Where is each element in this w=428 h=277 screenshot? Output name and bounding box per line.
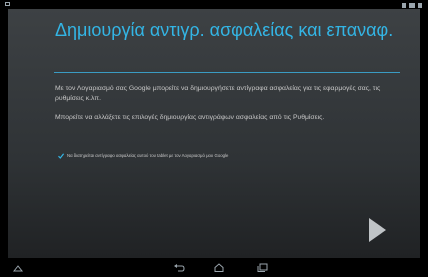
checkmark-icon [58,153,64,159]
wifi-icon [409,2,415,8]
title-divider [54,72,400,73]
home-icon[interactable] [213,259,225,272]
settings-hint: Μπορείτε να αλλάξετε τις επιλογές δημιου… [55,114,325,121]
navigation-bar [0,258,428,272]
notification-icon [5,2,10,6]
backup-checkbox-row[interactable]: Να διατηρείται αντίγραφο ασφαλείας αυτού… [58,153,228,159]
backup-checkbox[interactable] [58,153,64,159]
next-button[interactable] [366,216,388,244]
backup-description: Με τον Λογαριασμό σας Google μπορείτε να… [55,85,381,102]
recent-apps-icon[interactable] [256,259,268,272]
back-icon[interactable] [173,259,185,272]
setup-wizard-page: Δημιουργία αντιγρ. ασφαλείας και επαναφ.… [8,9,420,258]
keyboard-hide-icon[interactable] [12,259,24,272]
next-arrow-icon [369,218,386,242]
status-icons [402,1,422,9]
backup-checkbox-label: Να διατηρείται αντίγραφο ασφαλείας αυτού… [67,153,229,158]
status-bar [0,0,428,9]
page-title: Δημιουργία αντιγρ. ασφαλείας και επαναφ. [55,20,394,40]
tablet-screen: Δημιουργία αντιγρ. ασφαλείας και επαναφ.… [0,0,428,272]
bluetooth-icon [402,2,406,8]
battery-icon [418,2,422,8]
